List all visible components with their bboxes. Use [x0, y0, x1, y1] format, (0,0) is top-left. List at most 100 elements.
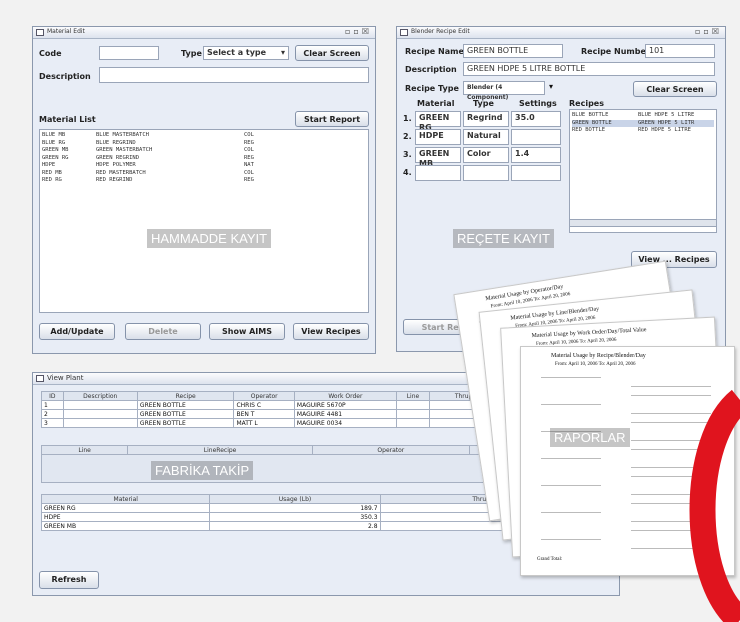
list-cell: RED RG: [42, 177, 62, 183]
red-arc-decoration: [689, 389, 740, 622]
material-cell: GREEN MB: [40, 521, 211, 531]
table-cell: MAGUIRE 5670P: [293, 400, 397, 410]
component-material-field[interactable]: HDPE: [415, 129, 461, 145]
list-item[interactable]: GREEN RG GREEN REGRIND REG: [42, 155, 366, 163]
raporlar-overlay: RAPORLAR: [550, 428, 630, 447]
list-item[interactable]: GREEN MB GREEN MASTERBATCH COL: [42, 147, 366, 155]
table-cell: MATT L: [233, 418, 295, 428]
table-cell: GREEN BOTTLE: [136, 409, 235, 419]
list-item[interactable]: BLUE MB BLUE MASTERBATCH COL: [42, 132, 366, 140]
component-material-field[interactable]: GREEN RG: [415, 111, 461, 132]
column-header: Material: [40, 494, 211, 504]
column-header: Description: [62, 391, 138, 401]
code-input[interactable]: [99, 46, 159, 60]
material-edit-window: Material Edit ▫▫☒ Code Type Select a typ…: [32, 26, 376, 354]
description-label: Description: [405, 65, 457, 74]
list-cell: HDPE POLYMER: [96, 162, 136, 168]
type-label: Type: [181, 49, 202, 58]
recipe-name-label: Recipe Name: [405, 47, 464, 56]
material-edit-titlebar[interactable]: Material Edit ▫▫☒: [33, 27, 375, 39]
report-title: Material Usage by Work Order/Day/Total V…: [531, 327, 647, 340]
table-cell: [62, 409, 138, 419]
blender-title: Blender Recipe Edit: [411, 28, 470, 35]
table-cell: 1: [41, 400, 64, 410]
column-header: Recipe: [136, 391, 235, 401]
list-item[interactable]: HDPE HDPE POLYMER NAT: [42, 162, 366, 170]
recipe-item[interactable]: GREEN BOTTLE GREEN HDPE 5 LITR: [572, 119, 714, 127]
chevron-down-icon: ▾: [280, 48, 285, 57]
window-controls-icon[interactable]: ▫▫☒: [695, 27, 722, 36]
list-cell: COL: [244, 132, 254, 138]
recipe-name: BLUE BOTTLE: [572, 112, 609, 118]
list-cell: RED MASTERBATCH: [96, 169, 146, 176]
recipes-list[interactable]: BLUE BOTTLE BLUE HDPE 5 LITRE GREEN BOTTLE…: [569, 109, 717, 233]
window-controls-icon[interactable]: ▫▫☒: [345, 27, 372, 36]
clear-screen-button[interactable]: Clear Screen: [633, 81, 717, 97]
table-cell: [62, 400, 138, 410]
material-list[interactable]: BLUE MB BLUE MASTERBATCH COL BLUE RG BLUE RE…: [39, 129, 369, 313]
component-material-field[interactable]: [415, 165, 461, 181]
list-cell: BLUE MB: [42, 132, 66, 138]
recipe-name: RED BOTTLE: [572, 127, 606, 133]
report-line: [541, 404, 601, 405]
table-cell: [395, 400, 431, 410]
column-header: Operator: [233, 391, 295, 401]
hammadde-overlay: HAMMADDE KAYIT: [147, 229, 272, 248]
list-item[interactable]: BLUE RG BLUE REGRIND REG: [42, 140, 366, 148]
component-index: 1.: [403, 114, 412, 123]
component-setting-field[interactable]: [511, 129, 561, 145]
code-label: Code: [39, 49, 62, 58]
window-icon: [36, 375, 44, 382]
table-cell: GREEN BOTTLE: [136, 400, 235, 410]
refresh-button[interactable]: Refresh: [39, 571, 99, 589]
chevron-down-icon[interactable]: ▾: [549, 82, 553, 91]
view-recipes-button[interactable]: View Recipes: [293, 323, 369, 340]
component-type-field[interactable]: Color: [463, 147, 509, 163]
recipe-description-input[interactable]: GREEN HDPE 5 LITRE BOTTLE: [463, 62, 715, 76]
table-cell: [395, 409, 431, 419]
component-index: 2.: [403, 132, 412, 141]
show-aims-button[interactable]: Show AIMS: [209, 323, 285, 340]
component-setting-field[interactable]: 1.4: [511, 147, 561, 163]
column-header: Usage (Lb): [209, 494, 381, 504]
report-title: Material Usage by Recipe/Blender/Day: [551, 353, 646, 359]
recipe-item[interactable]: RED BOTTLE RED HDPE 5 LITRE: [572, 127, 714, 135]
window-icon: [400, 29, 408, 36]
table-cell: CHRIS C: [233, 400, 295, 410]
delete-button[interactable]: Delete: [125, 323, 201, 340]
report-grand-total: Grand Total:: [537, 557, 563, 562]
component-setting-field[interactable]: 35.0: [511, 111, 561, 127]
component-type-field[interactable]: [463, 165, 509, 181]
list-item[interactable]: RED MB RED MASTERBATCH COL: [42, 170, 366, 178]
component-material-field[interactable]: GREEN MB: [415, 147, 461, 168]
component-setting-field[interactable]: [511, 165, 561, 181]
list-item[interactable]: RED RG RED REGRIND REG: [42, 177, 366, 185]
list-cell: REG: [244, 154, 254, 161]
material-list-label: Material List: [39, 115, 96, 124]
recipe-name: GREEN BOTTLE: [572, 119, 612, 126]
usage-cell: 2.8: [209, 521, 381, 531]
start-report-button[interactable]: Start Report: [295, 111, 369, 127]
component-type-field[interactable]: Natural: [463, 129, 509, 145]
list-cell: HDPE: [42, 162, 56, 168]
clear-screen-button[interactable]: Clear Screen: [295, 45, 369, 61]
column-header: Operator: [311, 445, 470, 455]
blender-titlebar[interactable]: Blender Recipe Edit ▫▫☒: [397, 27, 725, 39]
recipe-item[interactable]: BLUE BOTTLE BLUE HDPE 5 LITRE: [572, 112, 714, 120]
material-edit-title: Material Edit: [47, 28, 85, 35]
add-update-button[interactable]: Add/Update: [39, 323, 115, 340]
recipe-number-input[interactable]: 101: [645, 44, 715, 58]
component-type-field[interactable]: Regrind: [463, 111, 509, 127]
recipe-type-select[interactable]: Blender (4 Component): [463, 81, 545, 101]
recipe-name-input[interactable]: GREEN BOTTLE: [463, 44, 563, 58]
recete-overlay: REÇETE KAYIT: [453, 229, 554, 248]
column-header: LineRecipe: [127, 445, 313, 455]
report-line: [541, 458, 601, 459]
description-input[interactable]: [99, 67, 369, 83]
list-cell: RED REGRIND: [96, 177, 133, 183]
column-header: Line: [395, 391, 431, 401]
recipes-label: Recipes: [569, 99, 604, 108]
recipes-hscrollbar[interactable]: [569, 219, 717, 227]
recipe-type-label: Recipe Type: [405, 84, 459, 93]
type-select[interactable]: Select a type ▾: [203, 46, 289, 60]
